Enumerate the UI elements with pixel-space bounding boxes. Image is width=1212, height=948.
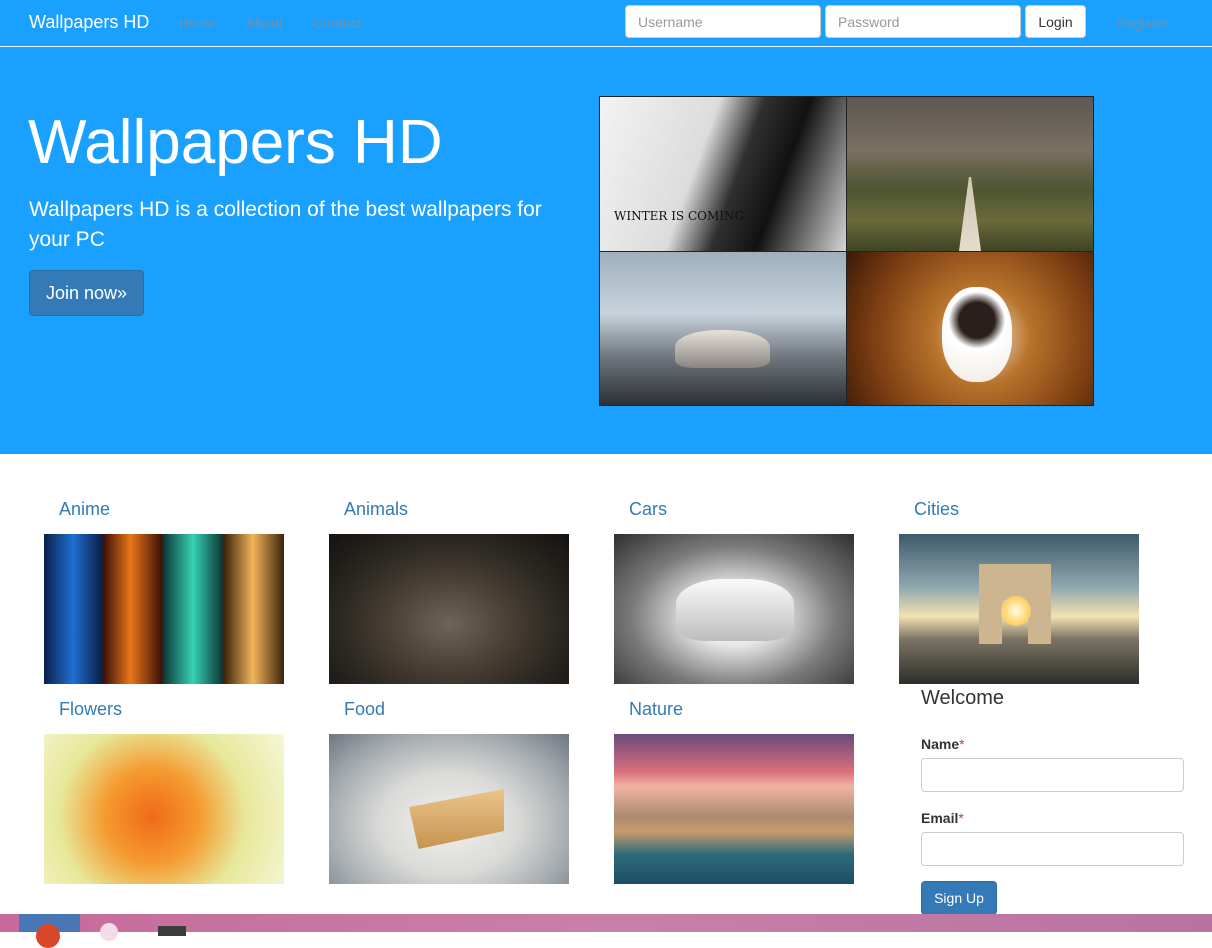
category-food-thumbnail[interactable]	[329, 734, 569, 884]
hero-description: Wallpapers HD is a collection of the bes…	[29, 198, 542, 251]
nav-home[interactable]: Home	[178, 15, 215, 31]
category-cities-title[interactable]: Cities	[914, 499, 959, 520]
category-animals-thumbnail[interactable]	[329, 534, 569, 684]
name-label-text: Name	[921, 736, 960, 752]
sign-up-button[interactable]: Sign Up	[921, 881, 997, 915]
category-animals-title[interactable]: Animals	[344, 499, 408, 520]
username-input[interactable]	[625, 5, 821, 38]
collage-winter-image: WINTER IS COMING	[600, 97, 846, 251]
collage-road-image	[847, 97, 1093, 251]
category-nature-title[interactable]: Nature	[629, 699, 683, 720]
name-field[interactable]	[921, 758, 1184, 792]
category-food-title[interactable]: Food	[344, 699, 385, 720]
hero-collage-image: WINTER IS COMING	[599, 96, 1094, 406]
terminal-icon[interactable]	[158, 926, 186, 936]
category-anime-thumbnail[interactable]	[44, 534, 284, 684]
password-input[interactable]	[825, 5, 1021, 38]
required-mark: *	[958, 810, 964, 826]
browser-icon[interactable]	[36, 924, 60, 948]
category-cars-thumbnail[interactable]	[614, 534, 854, 684]
category-flowers-title[interactable]: Flowers	[59, 699, 122, 720]
category-anime-title[interactable]: Anime	[59, 499, 110, 520]
nav-about[interactable]: About	[246, 15, 283, 31]
email-field[interactable]	[921, 832, 1184, 866]
hero-section: Wallpapers HD Wallpapers HD is a collect…	[0, 47, 1212, 454]
sun-shape	[1001, 596, 1031, 626]
required-mark: *	[959, 736, 965, 752]
email-label: Email*	[921, 810, 964, 826]
category-cities-thumbnail[interactable]	[899, 534, 1139, 684]
navbar: Wallpapers HD Home About Contact Login R…	[0, 0, 1212, 47]
register-link[interactable]: Register	[1116, 15, 1168, 31]
app-icon[interactable]	[100, 923, 118, 941]
sportscar-shape	[676, 579, 794, 641]
welcome-title: Welcome	[921, 687, 1004, 709]
collage-car-image	[600, 252, 846, 405]
login-button[interactable]: Login	[1025, 5, 1086, 38]
name-label: Name*	[921, 736, 965, 752]
os-taskbar	[0, 914, 1212, 948]
email-label-text: Email	[921, 810, 959, 826]
car-shape	[675, 330, 770, 368]
category-cars-title[interactable]: Cars	[629, 499, 667, 520]
brand-link[interactable]: Wallpapers HD	[29, 12, 149, 33]
nav-contact[interactable]: Contact	[313, 15, 361, 31]
road-shape	[959, 177, 981, 251]
cake-shape	[409, 789, 504, 849]
collage-cat-image	[847, 252, 1093, 405]
hero-title: Wallpapers HD	[28, 108, 443, 177]
cat-shape	[942, 287, 1012, 382]
winter-caption: WINTER IS COMING	[614, 209, 745, 223]
category-nature-thumbnail[interactable]	[614, 734, 854, 884]
category-flowers-thumbnail[interactable]	[44, 734, 284, 884]
join-now-button[interactable]: Join now»	[29, 270, 144, 316]
